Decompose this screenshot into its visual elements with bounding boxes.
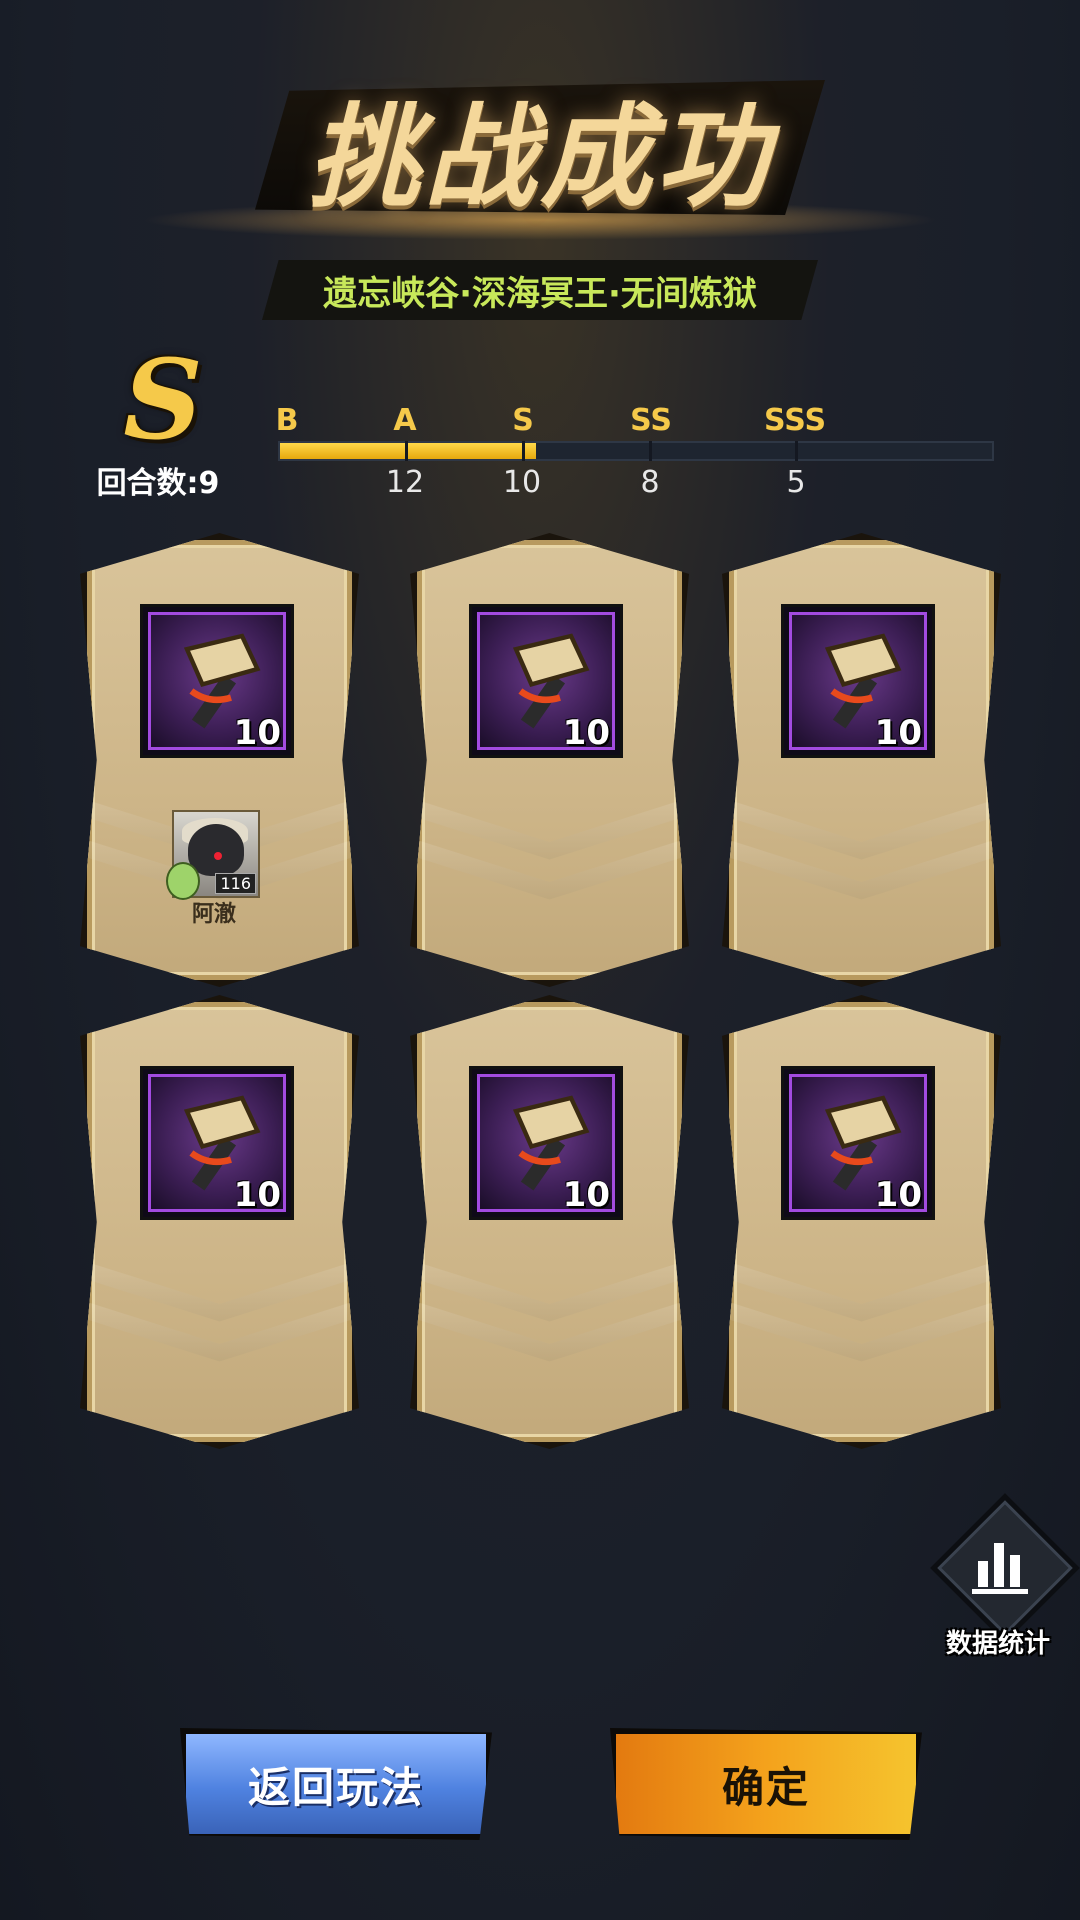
rank-threshold-s: 10 <box>502 465 542 500</box>
rank-tick <box>405 441 408 461</box>
rank-threshold-a: 12 <box>385 465 425 500</box>
item-quantity: 10 <box>562 1175 610 1215</box>
reward-item[interactable]: 10 <box>140 1066 294 1220</box>
rank-tick <box>522 441 525 461</box>
hero-name: 阿澈 <box>191 902 236 927</box>
rank-label-b: B <box>275 403 299 438</box>
reward-item[interactable]: 10 <box>469 604 623 758</box>
rank-label-a: A <box>393 403 417 438</box>
hero-level: 116 <box>215 873 256 894</box>
rank-threshold-sss: 5 <box>786 465 806 500</box>
item-quantity: 10 <box>233 1175 281 1215</box>
item-quantity: 10 <box>874 1175 922 1215</box>
page-title: 挑战成功 <box>308 92 772 223</box>
rank-label-ss: SS <box>630 403 672 438</box>
reward-card[interactable] <box>410 995 689 1449</box>
reward-card[interactable] <box>80 995 359 1449</box>
rank-threshold-ss: 8 <box>640 465 660 500</box>
rank-label-s: S <box>512 403 534 438</box>
rank-label-sss: SSS <box>763 403 827 438</box>
rank-tick <box>795 441 798 461</box>
stage-subtitle: 遗忘峡谷·深海冥王·无间炼狱 <box>323 273 757 314</box>
rank-progress-fill <box>280 443 536 459</box>
reward-item[interactable]: 10 <box>140 604 294 758</box>
confirm-button[interactable]: 确定 <box>610 1728 922 1840</box>
avatar-eye <box>214 852 222 860</box>
reward-card[interactable] <box>722 995 1001 1449</box>
reward-item[interactable]: 10 <box>469 1066 623 1220</box>
reward-item[interactable]: 10 <box>781 604 935 758</box>
reward-card[interactable] <box>722 533 1001 987</box>
data-stats-label: 数据统计 <box>945 1629 1050 1659</box>
turn-count: 回合数:9 <box>96 466 220 501</box>
item-quantity: 10 <box>562 713 610 753</box>
data-stats-button[interactable]: 数据统计 <box>928 1493 1080 1659</box>
rank-tick <box>649 441 652 461</box>
reward-card[interactable] <box>410 533 689 987</box>
avatar-head <box>188 824 244 876</box>
back-to-mode-button[interactable]: 返回玩法 <box>180 1728 492 1840</box>
pet-icon <box>166 862 200 900</box>
item-quantity: 10 <box>874 713 922 753</box>
reward-item[interactable]: 10 <box>781 1066 935 1220</box>
bar-chart-icon <box>972 1543 1028 1594</box>
item-quantity: 10 <box>233 713 281 753</box>
grade-badge: S <box>123 335 203 464</box>
